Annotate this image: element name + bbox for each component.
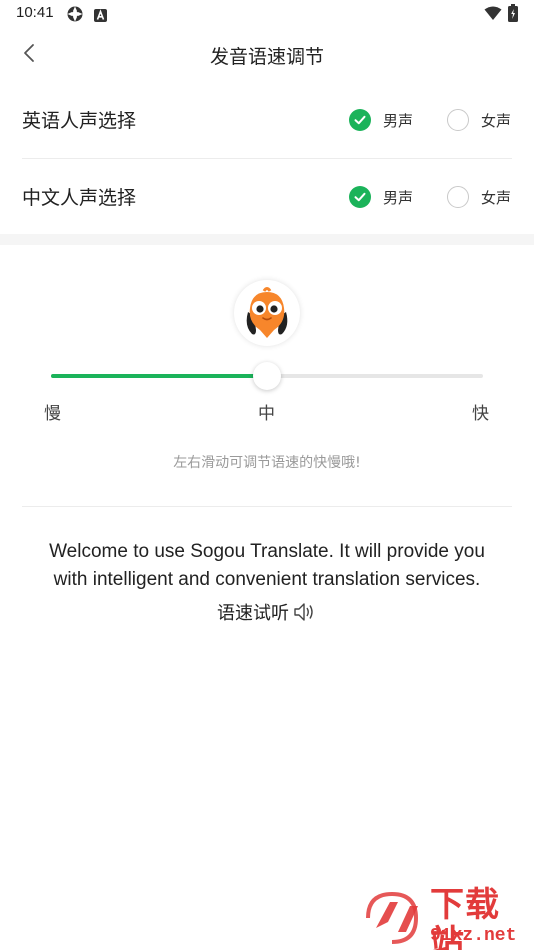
english-voice-row: 英语人声选择 男声 女声 bbox=[22, 82, 512, 158]
status-bar: 10:41 bbox=[0, 0, 534, 28]
slider-hint: 左右滑动可调节语速的快慢哦! bbox=[173, 455, 361, 471]
chinese-male-option[interactable]: 男声 bbox=[349, 185, 413, 209]
sample-text: Welcome to use Sogou Translate. It will … bbox=[49, 541, 485, 590]
page-title: 发音语速调节 bbox=[209, 46, 324, 68]
wifi-icon bbox=[484, 6, 502, 25]
radio-unchecked-icon bbox=[447, 186, 469, 208]
chinese-female-label: 女声 bbox=[481, 188, 512, 207]
listen-preview-label: 语速试听 bbox=[217, 603, 289, 624]
speed-slow-label: 慢 bbox=[44, 404, 61, 424]
section-separator bbox=[0, 234, 534, 245]
english-voice-label: 英语人声选择 bbox=[22, 110, 137, 132]
chinese-voice-label: 中文人声选择 bbox=[22, 187, 137, 209]
speed-medium-label: 中 bbox=[258, 404, 275, 424]
chinese-male-label: 男声 bbox=[383, 188, 414, 207]
english-male-option[interactable]: 男声 bbox=[349, 108, 413, 132]
watermark-logo-icon bbox=[366, 891, 419, 944]
english-male-label: 男声 bbox=[383, 111, 414, 130]
english-female-option[interactable]: 女声 bbox=[447, 108, 511, 132]
radio-unchecked-icon bbox=[447, 109, 469, 131]
listen-preview-button[interactable]: 语速试听 bbox=[0, 599, 534, 625]
nav-bar: 发音语速调节 bbox=[0, 28, 534, 82]
speed-slider[interactable] bbox=[51, 362, 483, 390]
slider-fill bbox=[51, 374, 267, 378]
english-female-label: 女声 bbox=[481, 111, 512, 130]
chinese-female-option[interactable]: 女声 bbox=[447, 185, 511, 209]
status-time: 10:41 bbox=[16, 4, 54, 21]
battery-icon bbox=[508, 4, 518, 26]
section-divider bbox=[22, 506, 512, 507]
speed-fast-label: 快 bbox=[472, 404, 489, 424]
sync-icon bbox=[66, 5, 84, 27]
keyboard-a-icon bbox=[94, 7, 107, 26]
mascot-avatar bbox=[234, 280, 300, 346]
site-watermark: 下载站 91xz.net bbox=[362, 886, 534, 950]
radio-checked-icon bbox=[349, 109, 371, 131]
radio-checked-icon bbox=[349, 186, 371, 208]
mascot-icon bbox=[246, 287, 288, 338]
speaker-icon bbox=[293, 601, 317, 623]
slider-thumb[interactable] bbox=[253, 362, 281, 390]
chinese-voice-row: 中文人声选择 男声 女声 bbox=[22, 159, 512, 235]
watermark-url: 91xz.net bbox=[430, 926, 517, 946]
